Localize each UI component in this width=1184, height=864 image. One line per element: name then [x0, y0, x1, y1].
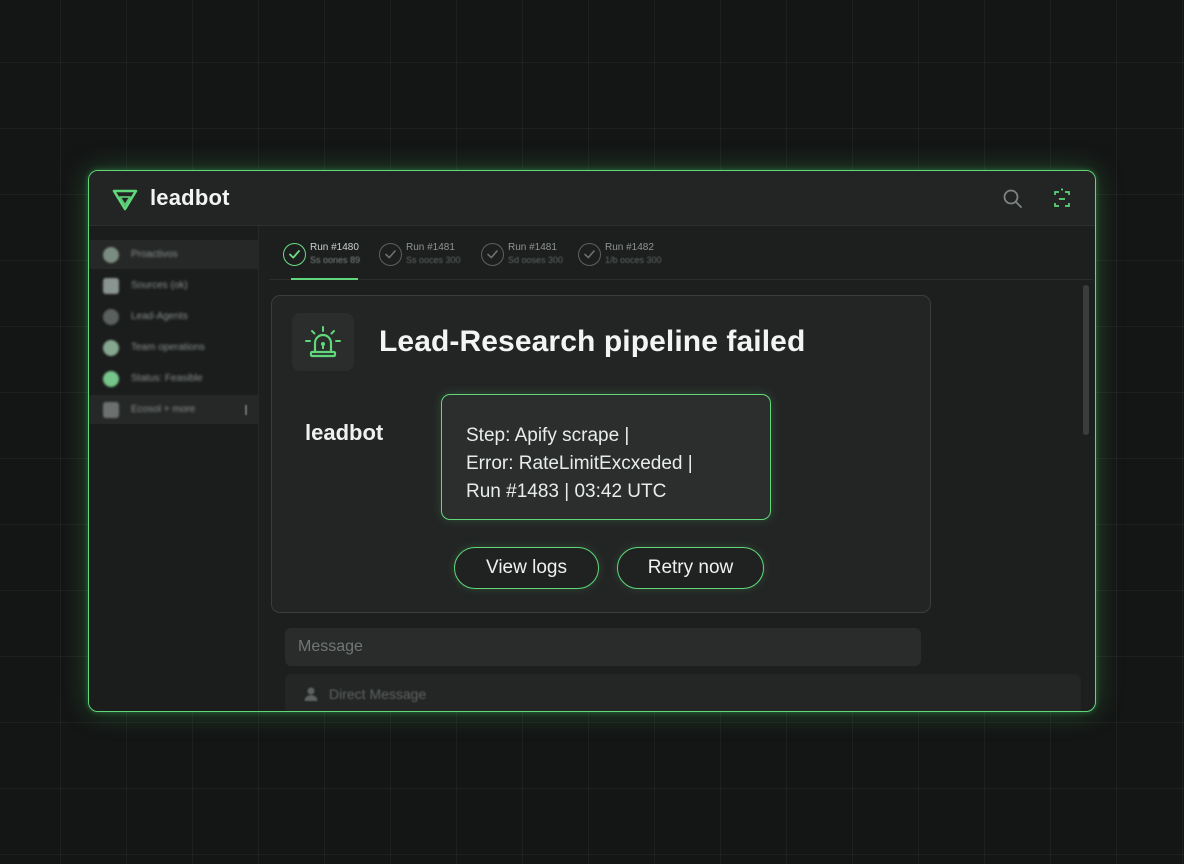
status-icon — [103, 370, 119, 387]
check-circle-icon — [578, 242, 601, 266]
alert-card: Lead-Research pipeline failed leadbot St… — [271, 295, 931, 613]
siren-alarm-icon — [305, 326, 341, 358]
tab-title: Run #1481 — [406, 242, 455, 253]
sidebar-item-proactivos[interactable]: Proactivos — [89, 240, 259, 269]
tab-run-1482[interactable]: Run #1482 1/b ooces 300 — [578, 237, 662, 271]
tab-subtitle: Ss oones 89 — [310, 255, 361, 265]
alarm-icon-container — [292, 313, 354, 371]
top-bar: leadbot — [89, 171, 1095, 226]
error-message-box: Step: Apify scrape | Error: RateLimitExc… — [441, 394, 771, 520]
active-tab-indicator — [291, 278, 358, 280]
message-input[interactable] — [285, 628, 921, 666]
sender-name: leadbot — [305, 420, 384, 445]
sidebar: Proactivos Sources (ok) Lead-Agents Team… — [89, 226, 259, 711]
app-name: leadbot — [150, 185, 230, 210]
tab-run-1481[interactable]: Run #1481 Ss ooces 300 — [379, 237, 461, 271]
tab-title: Run #1482 — [605, 242, 654, 253]
sidebar-item-status[interactable]: Status: Feasible — [89, 364, 259, 393]
check-circle-icon — [283, 242, 306, 266]
tab-subtitle: Ss ooces 300 — [406, 255, 461, 265]
scrollbar-thumb[interactable] — [1083, 285, 1089, 435]
tab-subtitle: 1/b ooces 300 — [605, 255, 662, 265]
sidebar-item-label: Sources (ok) — [131, 280, 188, 291]
sidebar-item-sources[interactable]: Sources (ok) — [89, 271, 259, 300]
message-line-error: Error: RateLimitExcxeded | — [466, 453, 693, 474]
settings-icon[interactable] — [1050, 187, 1074, 211]
drag-handle[interactable] — [245, 404, 247, 415]
sidebar-item-lead-agents[interactable]: Lead-Agents — [89, 302, 259, 331]
tab-run-1481b[interactable]: Run #1481 Sd ooses 300 — [481, 237, 563, 271]
message-line-step: Step: Apify scrape | — [466, 425, 630, 446]
view-logs-button[interactable]: View logs — [454, 547, 599, 589]
user-avatar-icon — [304, 687, 318, 701]
alert-title: Lead-Research pipeline failed — [379, 325, 806, 358]
app-window: leadbot Proactivos Sources (ok) Lead-Age… — [88, 170, 1096, 712]
cloud-icon — [103, 308, 119, 325]
message-line-run: Run #1483 | 03:42 UTC — [466, 481, 667, 502]
tab-subtitle: Sd ooses 300 — [508, 255, 564, 265]
sidebar-item-ecosol[interactable]: Ecosol + more — [89, 395, 259, 424]
direct-message-placeholder: Direct Message — [329, 686, 427, 702]
team-icon — [103, 339, 119, 356]
tab-run-1480[interactable]: Run #1480 Ss oones 89 — [283, 237, 360, 271]
sidebar-item-label: Status: Feasible — [131, 373, 203, 384]
run-tabs: Run #1480 Ss oones 89 Run #1481 Ss ooces… — [269, 226, 1093, 280]
check-circle-icon — [481, 242, 504, 266]
retry-now-button[interactable]: Retry now — [617, 547, 764, 589]
check-circle-icon — [379, 242, 402, 266]
tab-title: Run #1481 — [508, 242, 557, 253]
sidebar-item-label: Ecosol + more — [131, 404, 196, 415]
sidebar-item-label: Proactivos — [131, 249, 178, 260]
sidebar-item-label: Lead-Agents — [131, 311, 188, 322]
sidebar-item-team-operations[interactable]: Team operations — [89, 333, 259, 362]
tab-title: Run #1480 — [310, 242, 359, 253]
database-icon — [103, 277, 119, 294]
gear-icon — [103, 246, 119, 263]
direct-message-input[interactable]: Direct Message — [285, 674, 1081, 711]
triangle-logo-icon — [112, 189, 138, 211]
monitor-icon — [103, 401, 119, 418]
search-icon[interactable] — [1001, 187, 1025, 211]
sidebar-item-label: Team operations — [131, 342, 205, 353]
